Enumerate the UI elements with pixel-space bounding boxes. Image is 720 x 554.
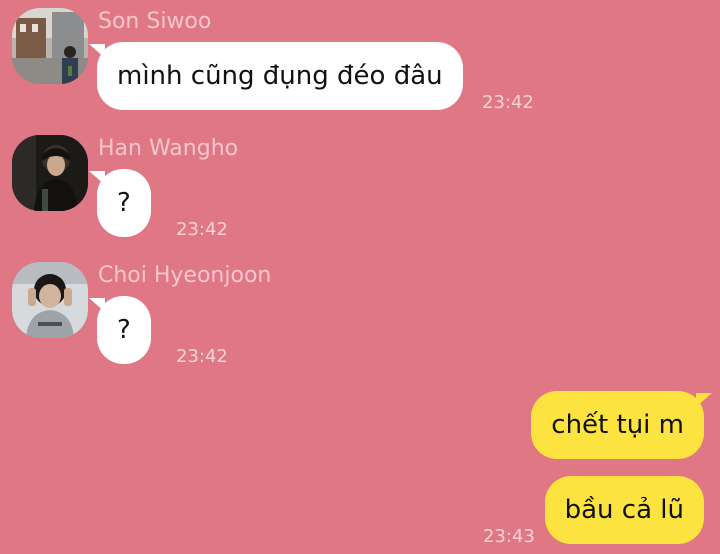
avatar[interactable]	[12, 8, 88, 84]
avatar-photo	[12, 135, 88, 211]
avatar-photo	[12, 8, 88, 84]
message-bubble[interactable]: mình cũng đụng đéo đâu	[89, 42, 463, 110]
avatar-photo	[12, 262, 88, 338]
message-bubble[interactable]: chết tụi m	[531, 391, 712, 459]
message-bubble[interactable]: bầu cả lũ	[544, 476, 704, 544]
message-timestamp: 23:43	[483, 526, 535, 547]
message-timestamp: 23:42	[482, 92, 534, 113]
message-bubble[interactable]: ?	[89, 169, 151, 237]
message-timestamp: 23:42	[176, 346, 228, 367]
avatar[interactable]	[12, 262, 88, 338]
message-timestamp: 23:42	[176, 219, 228, 240]
sender-name: Son Siwoo	[98, 9, 212, 34]
chat-thread[interactable]: Son Siwoo mình cũng đụng đéo đâu 23:42 H…	[0, 0, 720, 554]
sender-name: Han Wangho	[98, 136, 239, 161]
message-bubble[interactable]: ?	[89, 296, 151, 364]
sender-name: Choi Hyeonjoon	[98, 263, 272, 288]
avatar[interactable]	[12, 135, 88, 211]
